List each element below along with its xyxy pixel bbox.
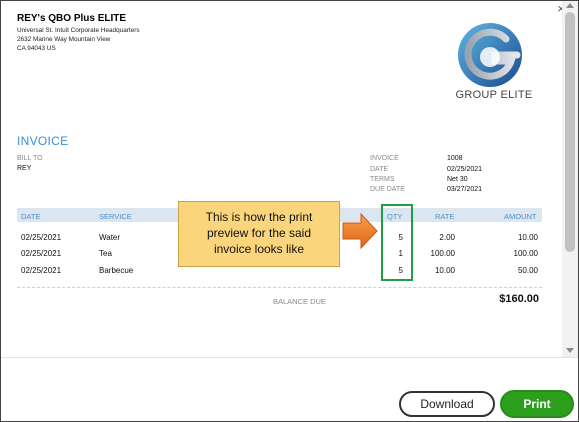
cell-date: 02/25/2021 bbox=[21, 249, 62, 258]
invoice-preview-pane: REY's QBO Plus ELITE Universal St. Intui… bbox=[1, 1, 562, 357]
cell-date: 02/25/2021 bbox=[21, 233, 62, 242]
company-address-line: Universal St. Intuit Corporate Headquart… bbox=[17, 27, 140, 34]
invoice-title: INVOICE bbox=[17, 134, 69, 148]
qty-highlight-box bbox=[381, 204, 413, 281]
invoice-number-value: 1008 bbox=[447, 155, 463, 162]
arrow-right-icon bbox=[342, 212, 378, 250]
table-divider bbox=[17, 287, 542, 288]
scroll-up-icon[interactable] bbox=[566, 3, 574, 8]
company-logo-text: GROUP ELITE bbox=[455, 89, 533, 101]
print-button[interactable]: Print bbox=[500, 390, 574, 418]
company-address-line: CA 94043 US bbox=[17, 45, 56, 52]
due-date-label: DUE DATE bbox=[370, 186, 405, 193]
callout-line: invoice looks like bbox=[213, 242, 305, 256]
terms-label: TERMS bbox=[370, 176, 395, 183]
company-name: REY's QBO Plus ELITE bbox=[17, 13, 127, 24]
due-date-value: 03/27/2021 bbox=[447, 186, 483, 193]
cell-service: Tea bbox=[99, 249, 112, 258]
terms-value: Net 30 bbox=[447, 176, 468, 183]
column-header-amount: AMOUNT bbox=[504, 212, 537, 221]
balance-due-label: BALANCE DUE bbox=[273, 297, 326, 306]
cell-service: Barbecue bbox=[99, 266, 134, 275]
bill-to-value: REY bbox=[17, 165, 32, 172]
cell-service: Water bbox=[99, 233, 121, 242]
invoice-number-label: INVOICE bbox=[370, 155, 399, 162]
vertical-scrollbar[interactable] bbox=[562, 1, 578, 357]
callout-line: preview for the said bbox=[206, 226, 312, 240]
column-header-rate: RATE bbox=[435, 212, 455, 221]
cell-rate: 2.00 bbox=[439, 233, 455, 242]
download-button[interactable]: Download bbox=[399, 391, 495, 417]
cell-date: 02/25/2021 bbox=[21, 266, 62, 275]
column-header-date: DATE bbox=[21, 212, 41, 221]
invoice-date-label: DATE bbox=[370, 166, 389, 173]
cell-rate: 100.00 bbox=[430, 249, 455, 258]
cell-rate: 10.00 bbox=[434, 266, 455, 275]
callout-line: This is how the print bbox=[205, 210, 313, 224]
scrollbar-thumb[interactable] bbox=[565, 12, 575, 252]
annotation-callout: This is how the print preview for the sa… bbox=[178, 201, 340, 267]
column-header-service: SERVICE bbox=[99, 212, 132, 221]
balance-due-value: $160.00 bbox=[499, 293, 539, 305]
cell-amount: 50.00 bbox=[517, 266, 538, 275]
print-preview-window: REY's QBO Plus ELITE Universal St. Intui… bbox=[0, 0, 579, 422]
scroll-down-icon[interactable] bbox=[566, 348, 574, 353]
close-icon[interactable]: × bbox=[555, 2, 562, 15]
invoice-date-value: 02/25/2021 bbox=[447, 166, 483, 173]
cell-amount: 10.00 bbox=[517, 233, 538, 242]
bill-to-label: BILL TO bbox=[17, 155, 43, 162]
company-address-line: 2632 Marine Way Mountain View bbox=[17, 36, 111, 43]
cell-amount: 100.00 bbox=[513, 249, 538, 258]
